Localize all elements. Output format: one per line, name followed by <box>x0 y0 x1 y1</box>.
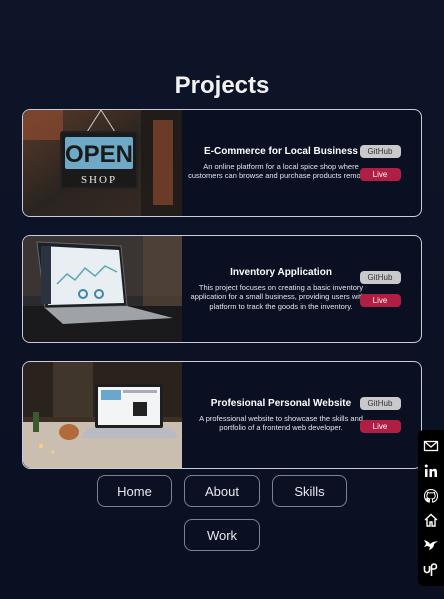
project-title: E-Commerce for Local Business <box>204 145 358 157</box>
project-description: An online platform for a local spice sho… <box>188 161 374 181</box>
laptop-dashboard-image <box>23 236 182 342</box>
project-description: A professional website to showcase the s… <box>199 413 363 433</box>
github-button[interactable]: GitHub <box>359 271 401 284</box>
nav-skills-button[interactable]: Skills <box>272 475 347 507</box>
nav-work-button[interactable]: Work <box>184 519 260 551</box>
home-icon[interactable] <box>423 512 439 528</box>
page-title: Projects <box>174 72 270 99</box>
live-button[interactable]: Live <box>359 420 401 433</box>
project-title: Profesional Personal Website <box>210 397 352 409</box>
github-button[interactable]: GitHub <box>359 397 401 410</box>
project-title: Inventory Application <box>230 266 332 278</box>
project-card-personal-website: Profesional Personal Website A professio… <box>22 361 422 469</box>
open-shop-sign-image: OPEN SHOP <box>23 110 182 216</box>
github-icon[interactable] <box>423 488 439 504</box>
nav-about-button[interactable]: About <box>184 475 260 507</box>
nav-home-button[interactable]: Home <box>97 475 172 507</box>
github-button[interactable]: GitHub <box>359 145 401 158</box>
projects-page: Projects OPEN SHOP E-Commerce for Local … <box>0 0 444 599</box>
project-description: This project focuses on creating a basic… <box>190 282 372 311</box>
social-links-bar <box>418 430 444 586</box>
project-card-inventory: Inventory Application This project focus… <box>22 235 422 343</box>
sign-shop-text: SHOP <box>81 174 117 186</box>
project-card-ecommerce: OPEN SHOP E-Commerce for Local Business … <box>22 109 422 217</box>
desk-laptop-image <box>23 362 182 468</box>
hummingbird-icon[interactable] <box>423 537 439 553</box>
live-button[interactable]: Live <box>359 168 401 181</box>
live-button[interactable]: Live <box>359 294 401 307</box>
upwork-icon[interactable] <box>423 562 439 578</box>
sign-open-text: OPEN <box>65 141 133 168</box>
mail-icon[interactable] <box>423 438 439 454</box>
linkedin-icon[interactable] <box>423 463 439 479</box>
